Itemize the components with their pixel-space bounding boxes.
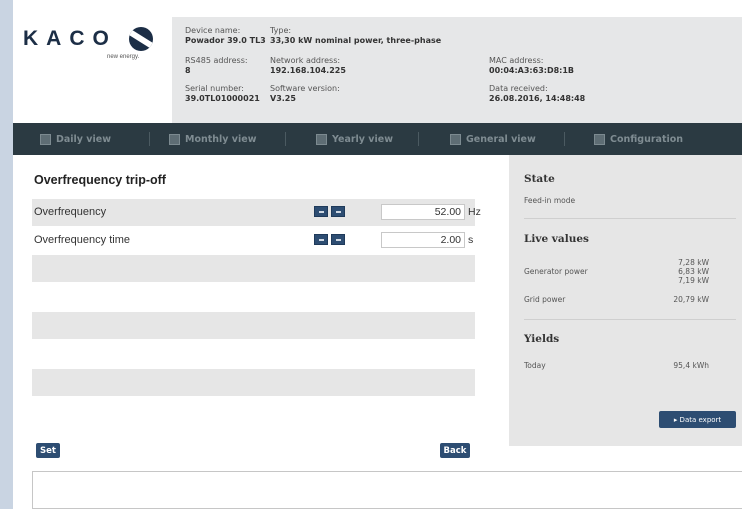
mac-address: MAC address: 00:04:A3:63:D8:1B xyxy=(489,56,575,75)
generator-power-value-3: 7,19 kW xyxy=(678,276,709,285)
nav-divider xyxy=(285,132,286,146)
setting-row-overfrequency-time: Overfrequency time 2.00 s xyxy=(32,227,475,254)
setting-row-overfrequency: Overfrequency 52.00 Hz xyxy=(32,199,481,226)
yields-title: Yields xyxy=(524,333,560,345)
unit-label: s xyxy=(468,234,474,246)
device-name: Device name: Powador 39.0 TL3 xyxy=(185,26,266,45)
logo-mark-icon xyxy=(129,27,153,51)
divider xyxy=(524,319,736,320)
empty-row xyxy=(32,255,475,282)
software-version: Software version: V3.25 xyxy=(270,84,340,103)
nav-yearly-view[interactable]: Yearly view xyxy=(316,123,393,155)
logo-tagline: new energy. xyxy=(107,54,140,60)
setting-label: Overfrequency xyxy=(34,206,107,218)
grid-power-label: Grid power xyxy=(524,295,566,304)
overfrequency-input[interactable]: 52.00 xyxy=(381,204,465,220)
page-left-border xyxy=(0,0,13,509)
state-value: Feed-in mode xyxy=(524,196,576,205)
set-button[interactable]: Set xyxy=(36,443,60,458)
device-type: Type: 33,30 kW nominal power, three-phase xyxy=(270,26,442,45)
today-value: 95,4 kWh xyxy=(673,361,709,370)
generator-power-value-1: 7,28 kW xyxy=(678,258,709,267)
unit-label: Hz xyxy=(468,206,481,218)
network-address: Network address: 192.168.104.225 xyxy=(270,56,346,75)
message-area[interactable] xyxy=(32,471,742,509)
rs485-address: RS485 address: 8 xyxy=(185,56,248,75)
nav-divider xyxy=(149,132,150,146)
overview-icon xyxy=(450,133,461,145)
nav-general-view[interactable]: General view xyxy=(450,123,536,155)
calendar-year-icon xyxy=(316,133,327,145)
logo-text: KACO xyxy=(23,27,117,50)
status-sidebar: State Feed-in mode Live values Generator… xyxy=(509,155,742,446)
decrease-button[interactable] xyxy=(331,206,345,217)
divider xyxy=(524,218,736,219)
generator-power-label: Generator power xyxy=(524,267,588,276)
today-label: Today xyxy=(524,361,546,370)
data-export-button[interactable]: ▸ Data export xyxy=(659,411,736,428)
calendar-month-icon xyxy=(169,133,180,145)
increase-button[interactable] xyxy=(314,206,328,217)
header: KACO new energy. Device name: Powador 39.… xyxy=(13,0,742,123)
live-values-title: Live values xyxy=(524,233,589,245)
nav-divider xyxy=(418,132,419,146)
back-button[interactable]: Back xyxy=(440,443,470,458)
nav-configuration[interactable]: Configuration xyxy=(594,123,683,155)
calendar-day-icon xyxy=(40,133,51,145)
device-info-panel: Device name: Powador 39.0 TL3 Type: 33,30 … xyxy=(172,17,742,123)
data-received: Data received: 26.08.2016, 14:48:48 xyxy=(489,84,586,103)
empty-row xyxy=(32,369,475,396)
decrease-button[interactable] xyxy=(331,234,345,245)
setting-label: Overfrequency time xyxy=(34,234,130,246)
nav-monthly-view[interactable]: Monthly view xyxy=(169,123,256,155)
generator-power-value-2: 6,83 kW xyxy=(678,267,709,276)
state-title: State xyxy=(524,173,555,185)
nav-divider xyxy=(564,132,565,146)
main-nav: Daily view Monthly view Yearly view Gene… xyxy=(13,123,742,155)
overfrequency-time-input[interactable]: 2.00 xyxy=(381,232,465,248)
serial-number: Serial number: 39.0TL01000021 xyxy=(185,84,260,103)
empty-row xyxy=(32,312,475,339)
nav-daily-view[interactable]: Daily view xyxy=(40,123,111,155)
wrench-icon xyxy=(594,133,605,145)
page-title: Overfrequency trip-off xyxy=(34,173,166,187)
increase-button[interactable] xyxy=(314,234,328,245)
grid-power-value: 20,79 kW xyxy=(673,295,709,304)
